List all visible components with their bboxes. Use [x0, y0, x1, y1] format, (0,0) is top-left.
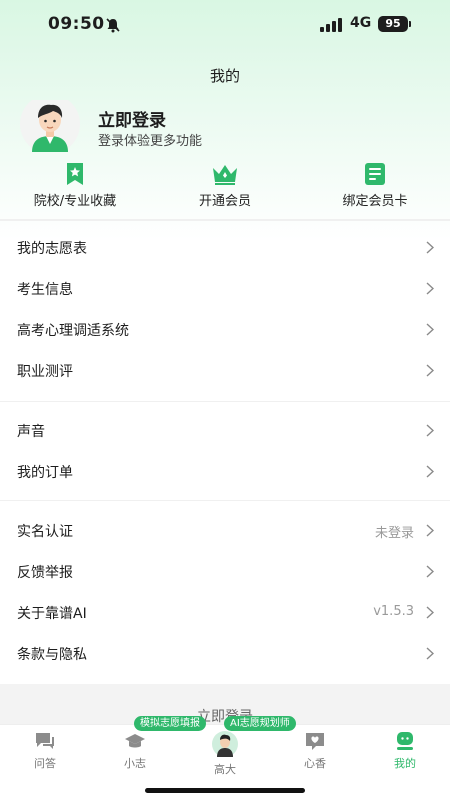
- chat-icon: [36, 733, 54, 749]
- avatar[interactable]: [18, 100, 82, 152]
- membership-label: 开通会员: [198, 194, 251, 209]
- menu-item-label: 我的订单: [17, 465, 73, 481]
- bind-card-label: 绑定会员卡: [342, 194, 408, 209]
- chevron-right-icon: [426, 241, 434, 254]
- login-subtitle: 登录体验更多功能: [98, 134, 203, 149]
- menu-item-real-name[interactable]: 实名认证 未登录: [0, 510, 450, 551]
- favorites-label: 院校/专业收藏: [33, 194, 117, 209]
- menu-item-psychology[interactable]: 高考心理调适系统: [0, 309, 450, 350]
- bind-card-button[interactable]: 绑定会员卡: [300, 162, 450, 209]
- ai-planner-pill[interactable]: AI志愿规划师: [224, 716, 296, 731]
- chevron-right-icon: [426, 323, 434, 336]
- tab-label: 问答: [34, 757, 56, 770]
- chevron-right-icon: [426, 364, 434, 377]
- chevron-right-icon: [426, 606, 434, 619]
- menu-group-1: 我的志愿表 考生信息 高考心理调适系统 职业测评: [0, 227, 450, 391]
- version-value: v1.5.3: [373, 604, 414, 619]
- tab-gaoda[interactable]: 高大: [180, 731, 270, 777]
- signal-icon: [320, 18, 342, 32]
- login-status-value: 未登录: [374, 526, 414, 541]
- menu-item-terms[interactable]: 条款与隐私: [0, 633, 450, 674]
- menu-item-volunteer-table[interactable]: 我的志愿表: [0, 227, 450, 268]
- chevron-right-icon: [426, 465, 434, 478]
- crown-icon: [213, 165, 237, 185]
- menu-item-about[interactable]: 关于靠谱AI v1.5.3: [0, 592, 450, 633]
- simulate-fill-pill[interactable]: 模拟志愿填报: [134, 716, 206, 731]
- section-divider: [0, 401, 450, 402]
- menu-item-career-test[interactable]: 职业测评: [0, 350, 450, 391]
- status-time: 09:50: [48, 14, 105, 34]
- menu-item-sound[interactable]: 声音: [0, 410, 450, 451]
- network-label: 4G: [350, 15, 372, 31]
- profile-screen: 09:50 4G 95 我的 立即登录 登录体验更多功能 院校/专业收藏 开通会…: [0, 0, 450, 800]
- favorites-button[interactable]: 院校/专业收藏: [0, 162, 150, 209]
- chevron-right-icon: [426, 524, 434, 537]
- menu-item-label: 职业测评: [17, 364, 73, 380]
- page-title: 我的: [209, 67, 240, 85]
- tab-xinxiang[interactable]: 心香: [270, 731, 360, 771]
- chevron-right-icon: [426, 647, 434, 660]
- menu-item-label: 条款与隐私: [17, 647, 87, 663]
- chevron-right-icon: [426, 565, 434, 578]
- tab-label: 心香: [304, 757, 326, 770]
- menu-item-label: 考生信息: [17, 282, 73, 298]
- membership-button[interactable]: 开通会员: [150, 162, 300, 209]
- tab-xiaozhi[interactable]: 小志: [90, 731, 180, 771]
- avatar-icon: [212, 731, 238, 757]
- quick-actions: 院校/专业收藏 开通会员 绑定会员卡: [0, 162, 450, 212]
- menu-group-3: 实名认证 未登录 反馈举报 关于靠谱AI v1.5.3 条款与隐私: [0, 510, 450, 674]
- menu-item-label: 声音: [17, 424, 45, 440]
- battery-tip: [409, 21, 411, 27]
- bell-off-icon: [106, 18, 120, 33]
- heart-message-icon: [306, 733, 324, 750]
- user-icon: [397, 732, 413, 750]
- graduation-cap-icon: [125, 734, 145, 748]
- login-title[interactable]: 立即登录: [98, 106, 166, 131]
- section-divider: [0, 500, 450, 501]
- menu-item-orders[interactable]: 我的订单: [0, 451, 450, 492]
- menu-item-label: 实名认证: [17, 524, 73, 540]
- menu-item-label: 关于靠谱AI: [17, 606, 87, 622]
- menu-item-label: 高考心理调适系统: [17, 323, 129, 339]
- menu-item-candidate-info[interactable]: 考生信息: [0, 268, 450, 309]
- menu-item-label: 我的志愿表: [17, 241, 87, 257]
- menu-item-label: 反馈举报: [17, 565, 73, 581]
- card-icon: [365, 163, 385, 185]
- chevron-right-icon: [426, 282, 434, 295]
- tab-mine[interactable]: 我的: [360, 731, 450, 771]
- home-indicator: [145, 788, 305, 793]
- chevron-right-icon: [426, 424, 434, 437]
- battery-icon: 95: [378, 16, 408, 32]
- section-divider: [0, 219, 450, 221]
- tab-label: 我的: [394, 757, 416, 770]
- menu-item-feedback[interactable]: 反馈举报: [0, 551, 450, 592]
- tab-label: 小志: [124, 757, 146, 770]
- menu-group-2: 声音 我的订单: [0, 410, 450, 492]
- tab-qa[interactable]: 问答: [0, 731, 90, 771]
- status-bar: 09:50 4G 95: [0, 0, 450, 50]
- bookmark-star-icon: [67, 163, 83, 185]
- tab-label: 高大: [214, 763, 236, 776]
